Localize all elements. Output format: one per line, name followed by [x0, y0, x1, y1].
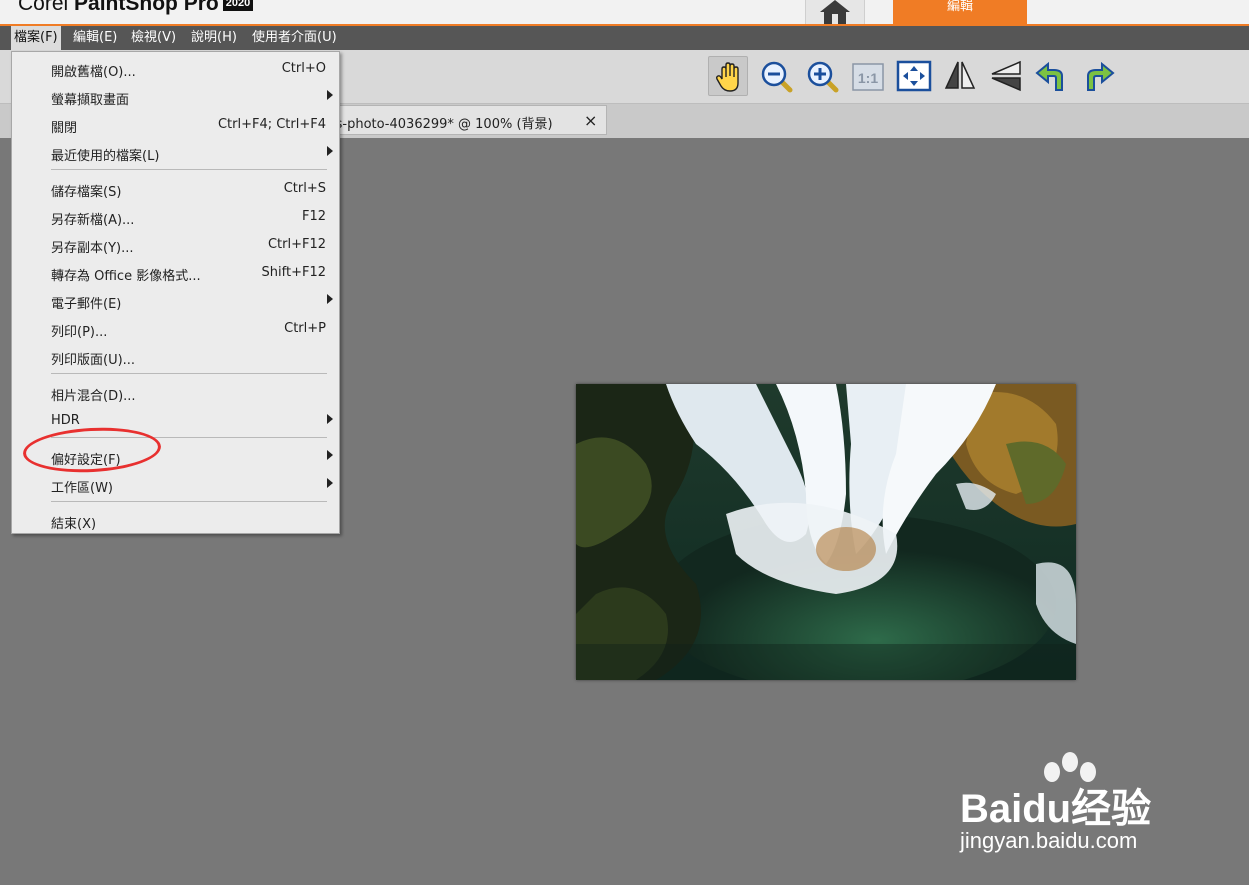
- submenu-arrow-icon: [327, 294, 333, 304]
- waterfall-photo: [576, 384, 1076, 680]
- app-logo: Corel PaintShop Pro 2020: [18, 0, 254, 16]
- flip-horizontal-button[interactable]: [940, 56, 980, 96]
- menu-item-email[interactable]: 電子郵件(E): [12, 286, 339, 314]
- document-image[interactable]: [576, 384, 1076, 680]
- watermark-brand: Baidu经验: [960, 787, 1152, 831]
- menu-item-shortcut: F12: [301, 209, 326, 224]
- home-tab[interactable]: [805, 0, 865, 24]
- watermark-url: jingyan.baidu.com: [960, 828, 1138, 853]
- menu-bar: 檔案(F) 編輯(E) 檢視(V) 說明(H) 使用者介面(U): [0, 26, 1249, 50]
- menu-item-screen-capture[interactable]: 螢幕擷取畫面: [12, 82, 339, 110]
- menu-item-label: 螢幕擷取畫面: [51, 93, 130, 108]
- menu-item-hdr[interactable]: HDR: [12, 406, 339, 434]
- title-bar: Corel PaintShop Pro 2020 編輯: [0, 0, 1249, 26]
- menu-item-label: 開啟舊檔(O)...: [51, 65, 136, 80]
- menu-item-shortcut: Ctrl+S: [283, 181, 326, 196]
- menu-item-label: 電子郵件(E): [51, 297, 122, 312]
- menu-item-close[interactable]: 關閉 Ctrl+F4; Ctrl+F4: [12, 110, 339, 138]
- menu-item-label: 最近使用的檔案(L): [51, 149, 160, 164]
- close-icon[interactable]: ×: [584, 111, 597, 130]
- brand-corel: Corel: [18, 0, 69, 15]
- menu-separator: [51, 373, 327, 374]
- flip-vertical-button[interactable]: [986, 56, 1026, 96]
- menu-user-interface[interactable]: 使用者介面(U): [249, 26, 340, 50]
- rotate-right-button[interactable]: [1078, 56, 1118, 96]
- baidu-watermark: Baidu经验 jingyan.baidu.com: [960, 750, 1220, 860]
- submenu-arrow-icon: [327, 478, 333, 488]
- menu-item-label: HDR: [51, 413, 80, 428]
- edit-workspace-tab[interactable]: 編輯: [893, 0, 1027, 24]
- actual-size-icon: 1:1: [852, 63, 884, 91]
- zoom-in-icon: [807, 61, 839, 93]
- fit-window-icon: [896, 60, 932, 92]
- rotate-right-icon: [1087, 61, 1115, 91]
- brand-year: 2020: [222, 0, 254, 11]
- menu-help[interactable]: 說明(H): [188, 26, 240, 50]
- document-tab-label: els-photo-4036299* @ 100% (背景): [324, 117, 553, 132]
- menu-item-shortcut: Ctrl+P: [284, 321, 326, 336]
- svg-text:1:1: 1:1: [858, 70, 878, 86]
- menu-item-photo-blend[interactable]: 相片混合(D)...: [12, 378, 339, 406]
- submenu-arrow-icon: [327, 90, 333, 100]
- menu-item-label: 結束(X): [51, 517, 97, 532]
- menu-item-label: 儲存檔案(S): [51, 185, 122, 200]
- menu-item-label: 工作區(W): [51, 481, 113, 496]
- menu-item-label: 另存副本(Y)...: [51, 241, 134, 256]
- menu-item-export-office[interactable]: 轉存為 Office 影像格式... Shift+F12: [12, 258, 339, 286]
- pan-hand-icon: [715, 62, 739, 92]
- menu-item-recent-files[interactable]: 最近使用的檔案(L): [12, 138, 339, 166]
- menu-item-label: 相片混合(D)...: [51, 389, 136, 404]
- document-tab[interactable]: els-photo-4036299* @ 100% (背景) ×: [315, 105, 607, 135]
- menu-item-exit[interactable]: 結束(X): [12, 506, 339, 534]
- menu-file[interactable]: 檔案(F): [11, 26, 61, 50]
- rotate-left-button[interactable]: [1032, 56, 1072, 96]
- menu-item-shortcut: Shift+F12: [261, 265, 326, 280]
- zoom-out-button[interactable]: [756, 56, 796, 96]
- menu-item-open[interactable]: 開啟舊檔(O)... Ctrl+O: [12, 54, 339, 82]
- zoom-in-button[interactable]: [802, 56, 842, 96]
- home-icon: [820, 0, 850, 24]
- menu-edit[interactable]: 編輯(E): [70, 26, 120, 50]
- submenu-arrow-icon: [327, 414, 333, 424]
- rotate-left-icon: [1035, 61, 1063, 91]
- menu-item-label: 轉存為 Office 影像格式...: [51, 269, 201, 284]
- menu-item-print-layout[interactable]: 列印版面(U)...: [12, 342, 339, 370]
- menu-item-save-copy[interactable]: 另存副本(Y)... Ctrl+F12: [12, 230, 339, 258]
- menu-item-save-as[interactable]: 另存新檔(A)... F12: [12, 202, 339, 230]
- submenu-arrow-icon: [327, 450, 333, 460]
- menu-separator: [51, 169, 327, 170]
- menu-item-shortcut: Ctrl+F12: [267, 237, 326, 252]
- flip-vertical-icon: [991, 60, 1021, 92]
- menu-item-label: 關閉: [51, 121, 78, 136]
- flip-horizontal-icon: [944, 61, 976, 89]
- menu-item-label: 另存新檔(A)...: [51, 213, 135, 228]
- menu-item-workspace[interactable]: 工作區(W): [12, 470, 339, 498]
- menu-item-save[interactable]: 儲存檔案(S) Ctrl+S: [12, 174, 339, 202]
- brand-product: PaintShop Pro: [74, 0, 219, 15]
- menu-view[interactable]: 檢視(V): [128, 26, 179, 50]
- menu-item-shortcut: Ctrl+O: [281, 61, 326, 76]
- submenu-arrow-icon: [327, 146, 333, 156]
- menu-item-shortcut: Ctrl+F4; Ctrl+F4: [217, 117, 326, 132]
- menu-item-label: 列印版面(U)...: [51, 353, 136, 368]
- zoom-out-icon: [761, 61, 793, 93]
- actual-size-button[interactable]: 1:1: [848, 56, 888, 96]
- pan-tool-button[interactable]: [708, 56, 748, 96]
- menu-item-label: 列印(P)...: [51, 325, 108, 340]
- fit-to-window-button[interactable]: [894, 56, 934, 96]
- menu-separator: [51, 501, 327, 502]
- menu-item-print[interactable]: 列印(P)... Ctrl+P: [12, 314, 339, 342]
